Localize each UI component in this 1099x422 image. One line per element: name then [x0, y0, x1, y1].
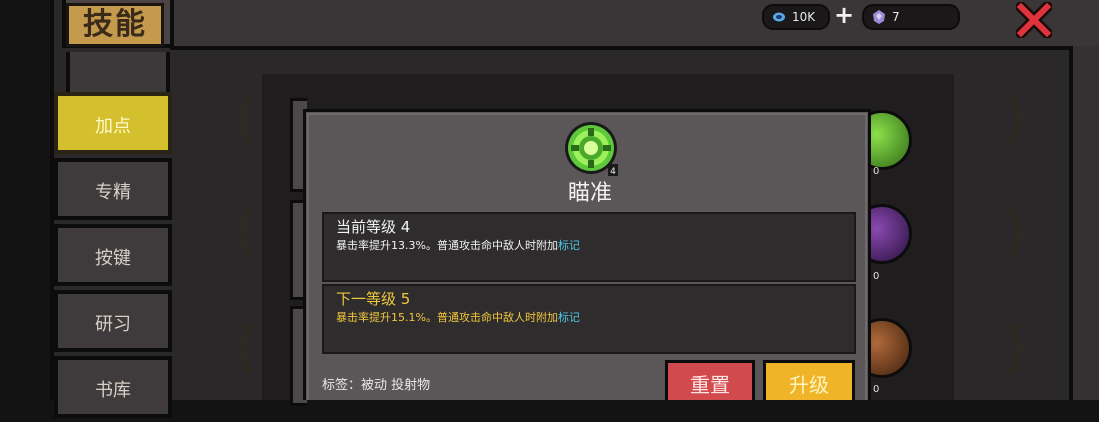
current-level-box: 当前等级 4 暴击率提升13.3%。普通攻击命中敌人时附加标记 — [322, 212, 856, 282]
plus-icon[interactable]: + — [834, 3, 854, 27]
current-level-description: 暴击率提升13.3%。普通攻击命中敌人时附加标记 — [336, 237, 580, 253]
decor-rune: ⟩ — [1004, 200, 1029, 263]
crystal-icon — [873, 10, 885, 24]
decor-rune: ⟨ — [232, 86, 257, 149]
current-level-description-text: 暴击率提升13.3%。普通攻击命中敌人时附加 — [336, 239, 558, 252]
frame-right-edge — [1069, 46, 1099, 400]
gems-counter: 10K — [762, 4, 830, 30]
skill-name: 瞄准 — [567, 181, 612, 206]
next-level-box: 下一等级 5 暴击率提升15.1%。普通攻击命中敌人时附加标记 — [322, 284, 856, 354]
next-level-label: 下一等级 5 — [336, 290, 411, 308]
page-title: 技能 — [66, 3, 164, 47]
skill-level-digit: 0 — [873, 271, 880, 282]
aim-target-icon: 4 — [565, 122, 618, 177]
gem-icon — [773, 12, 785, 22]
next-level-description: 暴击率提升15.1%。普通攻击命中敌人时附加标记 — [336, 309, 580, 325]
skill-level-digit: 0 — [873, 166, 880, 177]
decor-rune: ⟩ — [1004, 86, 1029, 149]
reset-button[interactable]: 重置 — [665, 360, 755, 400]
close-x-icon[interactable] — [1016, 2, 1052, 38]
top-bar — [170, 0, 1099, 50]
skill-level-digit: 0 — [873, 384, 880, 395]
materials-value: 7 — [892, 10, 900, 24]
sidebar-item-allocate[interactable]: 加点 — [54, 92, 172, 154]
title-neck — [66, 52, 170, 92]
mark-keyword: 标记 — [557, 311, 580, 324]
sidebar-item-specialize[interactable]: 专精 — [54, 158, 172, 220]
sidebar-item-keybind[interactable]: 按键 — [54, 224, 172, 286]
gems-value: 10K — [792, 10, 816, 24]
sidebar-item-library[interactable]: 书库 — [54, 356, 172, 418]
skill-tags: 标签：被动 投射物 — [322, 378, 431, 393]
decor-rune: ⟩ — [1004, 316, 1029, 379]
decor-rune: ⟨ — [232, 316, 257, 379]
sidebar-item-study[interactable]: 研习 — [54, 290, 172, 352]
mark-keyword: 标记 — [557, 239, 580, 252]
current-level-label: 当前等级 4 — [336, 218, 411, 236]
next-level-description-text: 暴击率提升15.1%。普通攻击命中敌人时附加 — [336, 311, 558, 324]
icon-badge-number: 4 — [610, 167, 616, 177]
decor-rune: ⟨ — [232, 200, 257, 263]
materials-counter: 7 — [862, 4, 960, 30]
upgrade-button[interactable]: 升级 — [763, 360, 855, 400]
